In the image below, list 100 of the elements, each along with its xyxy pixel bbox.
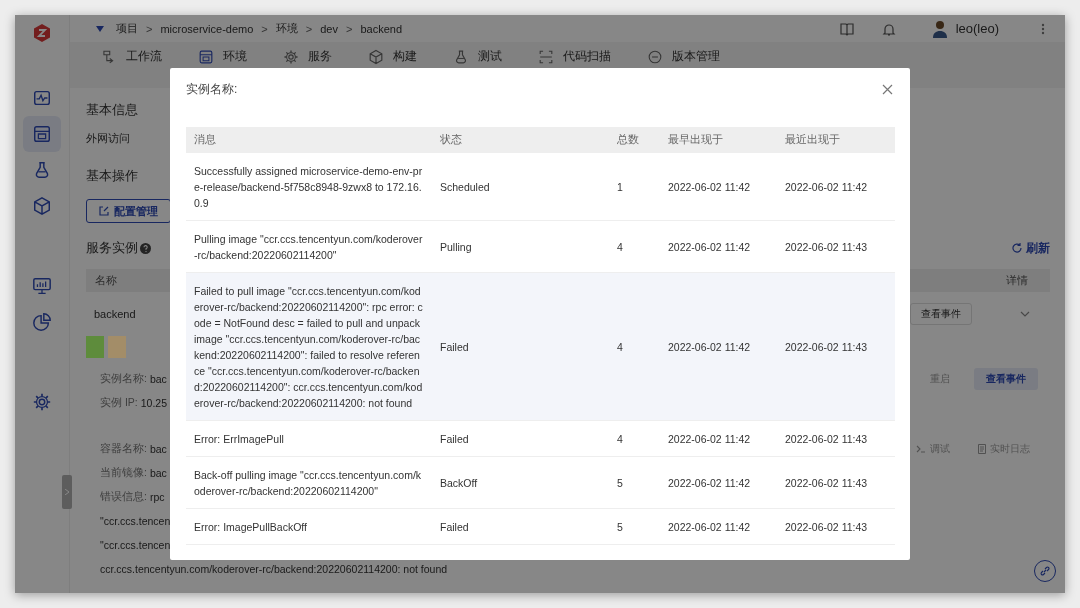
field-value: bac — [149, 443, 167, 455]
breadcrumb-item[interactable]: backend — [360, 22, 402, 35]
cube-icon — [32, 196, 52, 216]
events-button[interactable]: 查看事件 — [910, 303, 972, 325]
close-icon[interactable] — [882, 83, 893, 95]
cube-icon — [368, 48, 384, 65]
config-button[interactable]: 配置管理 — [86, 199, 171, 223]
field-label: 实例 IP: — [100, 396, 138, 410]
pulse-chart-icon — [32, 88, 52, 108]
table-cell: Pulling — [432, 220, 609, 273]
avatar-icon[interactable] — [931, 19, 948, 38]
error-text: ccr.ccs.tencentyun.com/koderover-rc/backend:20220602114200: not found — [100, 562, 448, 577]
modal-title: 实例名称: — [186, 80, 238, 98]
table-cell: 2022-06-02 11:43 — [777, 272, 895, 421]
column-header: 最早出现于 — [660, 127, 777, 153]
column-header: 最近出现于 — [777, 127, 895, 153]
table-cell: 2022-06-02 11:42 — [660, 508, 777, 545]
breadcrumb-item[interactable]: microservice-demo — [160, 22, 254, 35]
table-cell: 5 — [609, 456, 660, 509]
terminal-icon — [916, 445, 926, 453]
table-cell: 1 — [609, 153, 660, 221]
table-cell: Error: ImagePullBackOff — [186, 508, 432, 545]
nav-tab[interactable]: 构建 — [368, 48, 417, 65]
version-icon — [647, 48, 663, 65]
scan-icon — [538, 48, 554, 65]
refresh-button[interactable]: 刷新 — [1012, 239, 1050, 257]
field-label: 当前镜像: — [100, 466, 147, 480]
field-value: bac — [149, 373, 167, 385]
flask-icon — [453, 48, 469, 65]
chevron-down-icon[interactable] — [1020, 311, 1030, 317]
table-cell: 2022-06-02 11:42 — [660, 456, 777, 509]
column-header: 消息 — [186, 127, 432, 153]
table-cell: 2022-06-02 11:43 — [777, 456, 895, 509]
table-cell: 2022-06-02 11:43 — [777, 420, 895, 457]
breadcrumb-item[interactable]: dev — [320, 22, 338, 35]
table-cell: 4 — [609, 220, 660, 273]
nav-tab[interactable]: 工作流 — [101, 48, 162, 65]
table-cell: Failed — [432, 508, 609, 545]
user-name[interactable]: leo(leo) — [955, 21, 999, 36]
table-cell: Failed to pull image "ccr.ccs.tencentyun.com/koderover-rc/backend:20220602114200": rpc error: code = NotFound desc = failed to pull and unpack image "ccr.ccs.tencentyun.com/koderover-rc/backend:20220602114200": failed to resolve reference "ccr.ccs.tencentyun.com/koderover-rc/backend:20220602114200": ccr.ccs.tencentyun.com/koderover-rc/backend:20220602114200: not found — [186, 272, 432, 421]
gear-icon — [32, 392, 52, 412]
chevron-right-icon — [65, 489, 69, 495]
events-button[interactable]: 查看事件 — [974, 368, 1038, 390]
table-cell: 2022-06-02 11:42 — [660, 220, 777, 273]
table-cell: Back-off pulling image "ccr.ccs.tencentyun.com/koderover-rc/backend:20220602114200" — [186, 456, 432, 509]
caret-icon[interactable] — [96, 25, 104, 32]
field-label: 错误信息: — [100, 490, 147, 504]
table-cell: BackOff — [432, 456, 609, 509]
more-icon[interactable] — [1041, 22, 1045, 35]
nav-tab[interactable]: 代码扫描 — [538, 48, 611, 65]
breadcrumb-item[interactable]: 环境 — [275, 21, 298, 36]
field-value: bac — [149, 467, 167, 479]
table-cell: 2022-06-02 11:42 — [660, 420, 777, 457]
nav-tab[interactable]: 环境 — [198, 48, 247, 65]
logo-icon[interactable] — [31, 22, 53, 44]
link-icon — [1040, 566, 1050, 576]
window-icon — [198, 48, 214, 65]
breadcrumb-separator: > — [261, 22, 268, 35]
monitor-icon — [32, 276, 52, 296]
column-header: 名称 — [95, 273, 117, 288]
edit-icon — [99, 206, 109, 216]
section-title: 服务实例 — [86, 239, 138, 257]
table-cell: 2022-06-02 11:42 — [660, 153, 777, 221]
error-text: "ccr.ccs.tencen — [100, 514, 171, 529]
breadcrumb-separator: > — [346, 22, 353, 35]
help-icon[interactable] — [140, 242, 151, 254]
document-icon — [978, 444, 986, 454]
section-title: 基本操作 — [86, 167, 138, 185]
gear-icon — [283, 48, 299, 65]
book-icon[interactable] — [839, 21, 854, 36]
table-cell: Pulling image "ccr.ccs.tencentyun.com/koderover-rc/backend:20220602114200" — [186, 220, 432, 273]
column-header: 详情 — [1006, 273, 1028, 288]
table-cell: 5 — [609, 508, 660, 545]
field-label: 容器名称: — [100, 442, 147, 456]
nav-tab[interactable]: 服务 — [283, 48, 332, 65]
breadcrumb-separator: > — [146, 22, 153, 35]
field-value: rpc — [149, 491, 165, 503]
column-header: 状态 — [432, 127, 609, 153]
pie-chart-icon — [32, 312, 52, 332]
nav-tab[interactable]: 版本管理 — [647, 48, 720, 65]
sidebar-item[interactable] — [23, 116, 61, 152]
table-cell: 4 — [609, 272, 660, 421]
workflow-icon — [101, 48, 117, 65]
field-label: 实例名称: — [100, 372, 147, 386]
table-cell: Error: ErrImagePull — [186, 420, 432, 457]
table-cell: 4 — [609, 420, 660, 457]
breadcrumb-item[interactable]: 项目 — [116, 21, 138, 36]
table-cell: Failed — [432, 272, 609, 421]
table-cell: backend — [94, 308, 136, 320]
field-label: 外网访问 — [86, 131, 130, 146]
field-value: 10.25 — [140, 397, 168, 409]
section-title: 基本信息 — [86, 101, 138, 119]
window-icon — [32, 124, 52, 144]
nav-tab[interactable]: 测试 — [453, 48, 502, 65]
breadcrumb-separator: > — [305, 22, 313, 35]
bell-icon[interactable] — [881, 21, 896, 36]
table-cell: 2022-06-02 11:42 — [777, 153, 895, 221]
collapse-handle[interactable] — [62, 475, 72, 509]
table-cell: 2022-06-02 11:42 — [660, 272, 777, 421]
table-cell: Failed — [432, 420, 609, 457]
